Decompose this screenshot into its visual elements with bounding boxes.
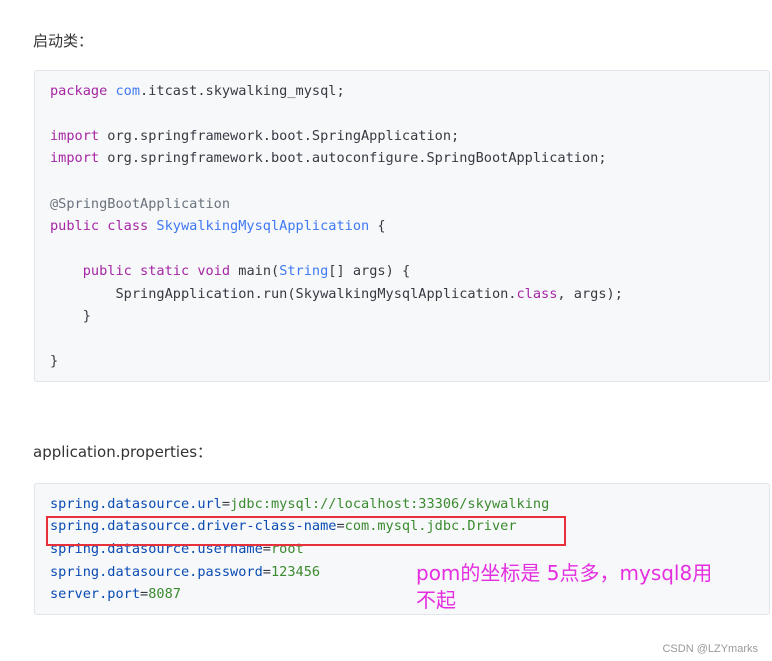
- code-line-import-2: import org.springframework.boot.autoconf…: [50, 150, 607, 166]
- code-line-class-decl: public class SkywalkingMysqlApplication …: [50, 218, 386, 234]
- csdn-watermark: CSDN @LZYmarks: [662, 643, 758, 655]
- properties-heading: application.properties：: [33, 443, 213, 461]
- note-line-2: 不起: [416, 588, 456, 612]
- code-line-import-1: import org.springframework.boot.SpringAp…: [50, 128, 460, 144]
- java-code-block: package com.itcast.skywalking_mysql; imp…: [34, 70, 770, 382]
- driver-line-highlight-box: [46, 516, 566, 546]
- note-line-1: pom的坐标是 5点多，mysql8用: [416, 561, 713, 585]
- prop-line-password: spring.datasource.password=123456: [50, 564, 321, 580]
- code-line-main-method: public static void main(String[] args) {: [82, 263, 411, 279]
- code-line-package: package com.itcast.skywalking_mysql;: [50, 83, 345, 99]
- code-line-close-class: }: [50, 353, 59, 369]
- prop-line-port: server.port=8087: [50, 586, 181, 602]
- handwritten-note: pom的坐标是 5点多，mysql8用 不起: [416, 560, 766, 614]
- code-line-annotation: @SpringBootApplication: [50, 196, 231, 212]
- code-line-run-call: SpringApplication.run(SkywalkingMysqlApp…: [50, 286, 623, 302]
- code-line-close-method: }: [50, 308, 91, 324]
- startup-class-heading: 启动类：: [33, 32, 94, 50]
- prop-line-url: spring.datasource.url=jdbc:mysql://local…: [50, 496, 550, 512]
